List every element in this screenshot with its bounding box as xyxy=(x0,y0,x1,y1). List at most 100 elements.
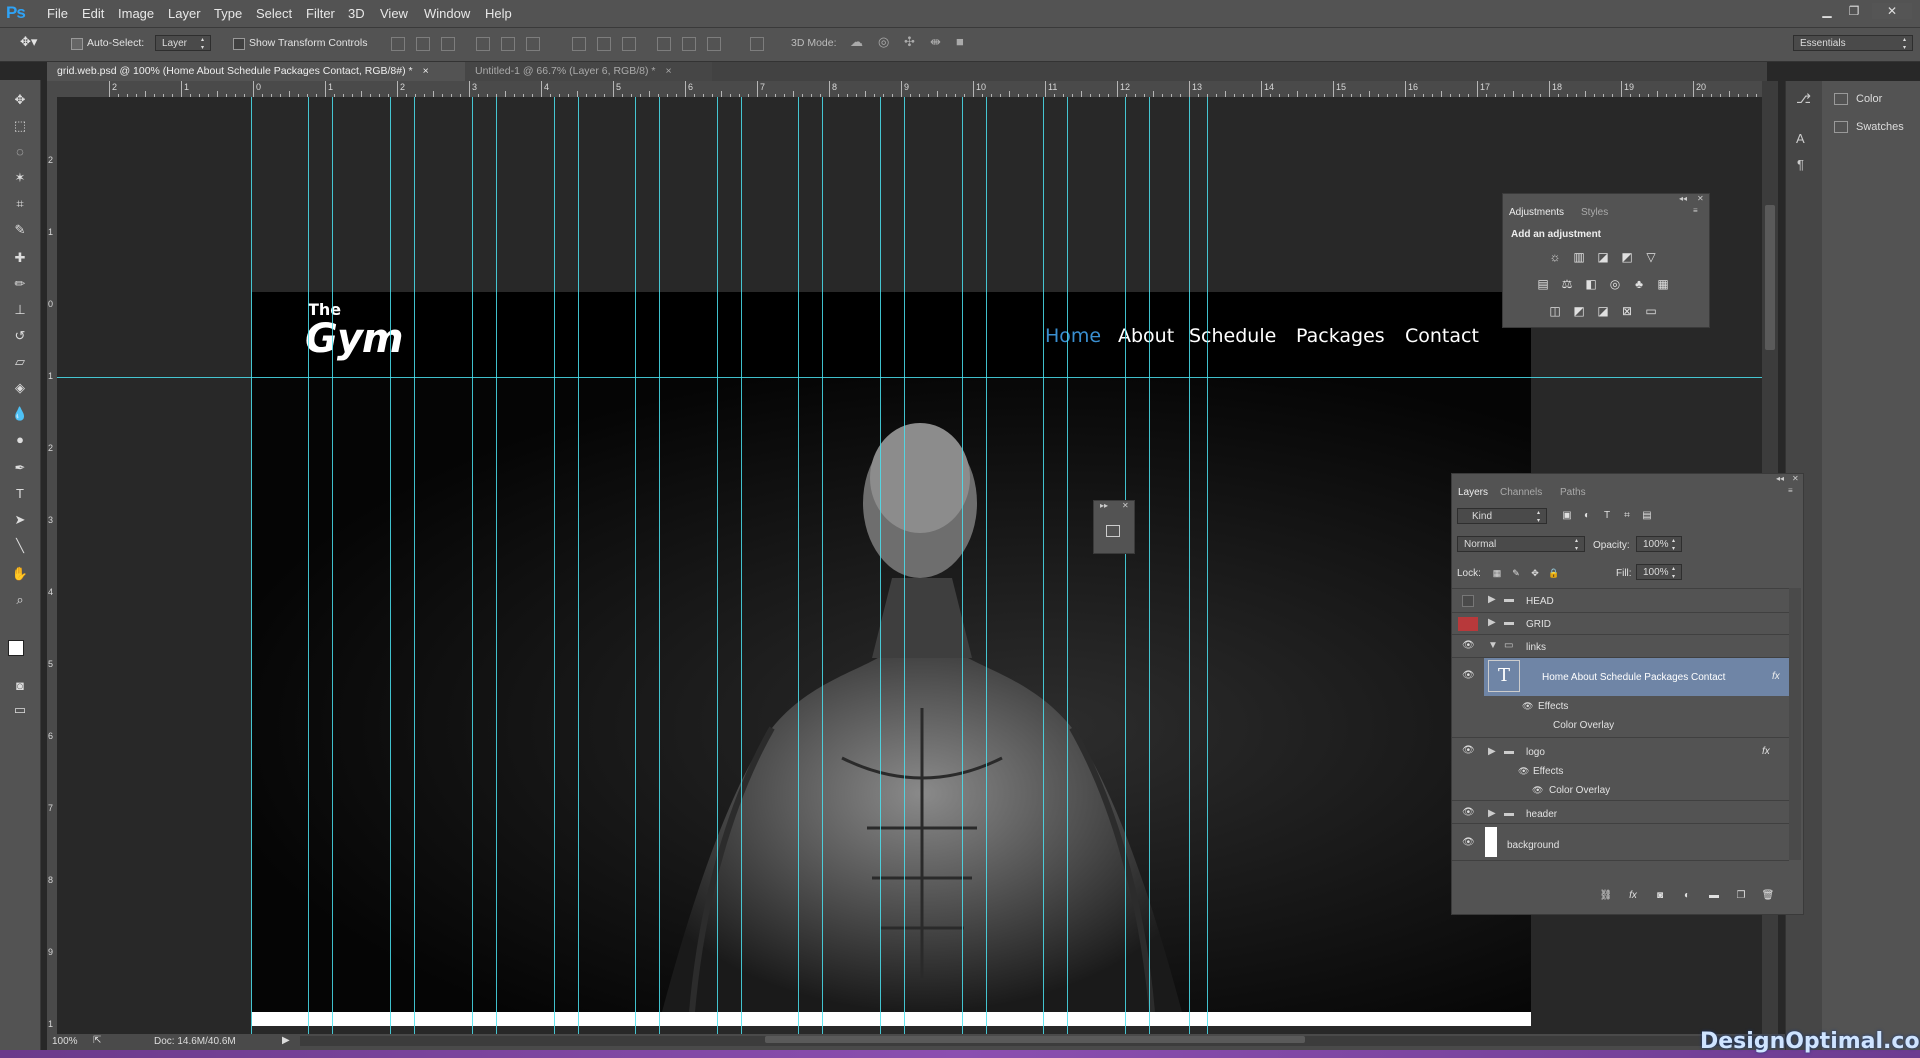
distribute-vcenter-icon[interactable] xyxy=(597,37,611,51)
line-tool-icon[interactable]: ╲ xyxy=(10,536,30,556)
menu-type[interactable]: Type xyxy=(214,6,242,21)
layer-name-logo[interactable]: logo xyxy=(1526,747,1545,758)
eye-icon[interactable]: 👁 xyxy=(1462,641,1475,651)
layer-row-text-selected[interactable]: T Home About Schedule Packages Contact f… xyxy=(1484,658,1789,696)
menu-file[interactable]: File xyxy=(47,6,68,21)
visibility-box[interactable] xyxy=(1462,595,1474,607)
add-mask-icon[interactable]: ◙ xyxy=(1653,889,1667,903)
marquee-tool-icon[interactable]: ⬚ xyxy=(10,116,30,136)
menu-filter[interactable]: Filter xyxy=(306,6,335,21)
vertical-guide[interactable] xyxy=(578,97,579,1034)
color-overlay-label-2[interactable]: Color Overlay xyxy=(1549,785,1610,796)
invert-icon[interactable]: ◫ xyxy=(1548,304,1562,318)
eye-icon[interactable]: 👁 xyxy=(1462,671,1475,681)
auto-select-dropdown[interactable]: Layer xyxy=(155,35,211,52)
layer-name-links[interactable]: links xyxy=(1526,642,1546,653)
close-panel-icon[interactable]: ✕ xyxy=(1697,194,1704,203)
panel-menu-icon[interactable]: ≡ xyxy=(1788,486,1793,495)
foreground-color-swatch[interactable] xyxy=(8,640,24,656)
eye-icon[interactable]: 👁 xyxy=(1462,808,1475,818)
character-icon[interactable]: A xyxy=(1796,131,1805,146)
horizontal-guide[interactable] xyxy=(57,377,1762,378)
vertical-guide[interactable] xyxy=(904,97,905,1034)
vertical-guide[interactable] xyxy=(635,97,636,1034)
distribute-right-icon[interactable] xyxy=(707,37,721,51)
gradient-map-icon[interactable]: ▭ xyxy=(1644,304,1658,318)
vertical-guide[interactable] xyxy=(986,97,987,1034)
channel-mixer-icon[interactable]: ♣ xyxy=(1632,277,1646,291)
curves-icon[interactable]: ◪ xyxy=(1596,250,1610,264)
zoom-tool-icon[interactable]: ⌕ xyxy=(10,590,30,610)
expand-arrow-icon[interactable]: ▶ xyxy=(1488,808,1496,819)
tab-grid-web[interactable]: grid.web.psd @ 100% (Home About Schedule… xyxy=(47,62,484,81)
menu-3d[interactable]: 3D xyxy=(348,6,365,21)
menu-image[interactable]: Image xyxy=(118,6,154,21)
close-window-icon[interactable]: ✕ xyxy=(1872,3,1912,19)
effects-eye-icon[interactable]: 👁 xyxy=(1522,701,1534,711)
vertical-guide[interactable] xyxy=(962,97,963,1034)
collapse-panel-icon[interactable]: ◂◂ xyxy=(1776,474,1784,483)
collapse-panel-icon[interactable]: ◂◂ xyxy=(1679,194,1687,203)
align-vcenter-icon[interactable] xyxy=(416,37,430,51)
new-adjustment-icon[interactable]: ◐ xyxy=(1680,889,1694,903)
vertical-guide[interactable] xyxy=(1189,97,1190,1034)
photo-filter-icon[interactable]: ◎ xyxy=(1608,277,1622,291)
fill-field[interactable]: 100% xyxy=(1636,564,1682,581)
nav-home[interactable]: Home xyxy=(1045,325,1101,347)
horizontal-scroll-thumb[interactable] xyxy=(765,1036,1305,1043)
show-transform-checkbox[interactable] xyxy=(233,38,245,50)
tab-adjustments[interactable]: Adjustments xyxy=(1503,204,1571,221)
fx-icon[interactable]: fx xyxy=(1762,746,1770,757)
pen-tool-icon[interactable]: ✒ xyxy=(10,458,30,478)
opacity-field[interactable]: 100% xyxy=(1636,536,1682,553)
lock-all-icon[interactable]: 🔒 xyxy=(1547,566,1561,580)
history-icon[interactable]: ⎇ xyxy=(1796,91,1811,107)
healing-brush-icon[interactable]: ✚ xyxy=(10,248,30,268)
expand-arrow-icon[interactable]: ▶ xyxy=(1488,594,1496,605)
new-group-icon[interactable]: ▬ xyxy=(1707,889,1721,903)
color-lookup-icon[interactable]: ▦ xyxy=(1656,277,1670,291)
tab-paths[interactable]: Paths xyxy=(1554,484,1592,501)
clone-stamp-icon[interactable]: ⊥ xyxy=(10,300,30,320)
close-tab-icon[interactable]: × xyxy=(423,65,429,77)
crop-tool-icon[interactable]: ⌗ xyxy=(10,194,30,214)
overlay-eye-icon[interactable]: 👁 xyxy=(1532,785,1544,795)
threshold-icon[interactable]: ◪ xyxy=(1596,304,1610,318)
auto-align-icon[interactable] xyxy=(750,37,764,51)
collapse-arrow-icon[interactable]: ▼ xyxy=(1488,640,1498,651)
menu-view[interactable]: View xyxy=(380,6,408,21)
distribute-hcenter-icon[interactable] xyxy=(682,37,696,51)
path-selection-icon[interactable]: ➤ xyxy=(10,510,30,530)
levels-icon[interactable]: ▥ xyxy=(1572,250,1586,264)
quick-mask-icon[interactable]: ◙ xyxy=(10,676,30,696)
layer-row-grid[interactable]: ▶ ▬ GRID xyxy=(1452,612,1789,635)
vertical-guide[interactable] xyxy=(251,97,252,1034)
menu-window[interactable]: Window xyxy=(424,6,470,21)
layer-name-head[interactable]: HEAD xyxy=(1526,596,1554,607)
blur-tool-icon[interactable]: 💧 xyxy=(10,404,30,424)
layer-name-grid[interactable]: GRID xyxy=(1526,619,1551,630)
horizontal-ruler[interactable]: 2 1 0 1 2 3 4 5 6 7 8 9 10 11 12 13 14 15 16 17 18 19 20 xyxy=(57,81,1762,98)
minimize-icon[interactable]: ▁ xyxy=(1816,3,1838,19)
effects-eye-icon[interactable]: 👁 xyxy=(1518,766,1530,776)
filter-pixel-icon[interactable]: ▣ xyxy=(1560,509,1574,523)
expand-arrow-icon[interactable]: ▶ xyxy=(1488,746,1496,757)
vertical-guide[interactable] xyxy=(717,97,718,1034)
brush-tool-icon[interactable]: ✏ xyxy=(10,274,30,294)
ruler-corner[interactable] xyxy=(47,81,57,97)
eye-icon[interactable]: 👁 xyxy=(1462,838,1475,848)
black-white-icon[interactable]: ◧ xyxy=(1584,277,1598,291)
lasso-tool-icon[interactable]: ◌ xyxy=(10,142,30,162)
align-hcenter-icon[interactable] xyxy=(501,37,515,51)
align-top-icon[interactable] xyxy=(391,37,405,51)
status-menu-arrow-icon[interactable]: ▶ xyxy=(282,1035,290,1046)
expand-arrow-icon[interactable]: ▶ xyxy=(1488,617,1496,628)
vertical-guide[interactable] xyxy=(1067,97,1068,1034)
distribute-top-icon[interactable] xyxy=(572,37,586,51)
3d-roll-icon[interactable]: ◎ xyxy=(878,34,889,50)
auto-select-checkbox[interactable] xyxy=(71,38,83,50)
filter-shape-icon[interactable]: ⌗ xyxy=(1620,509,1634,523)
nav-schedule[interactable]: Schedule xyxy=(1189,325,1276,347)
vertical-guide[interactable] xyxy=(741,97,742,1034)
menu-select[interactable]: Select xyxy=(256,6,292,21)
